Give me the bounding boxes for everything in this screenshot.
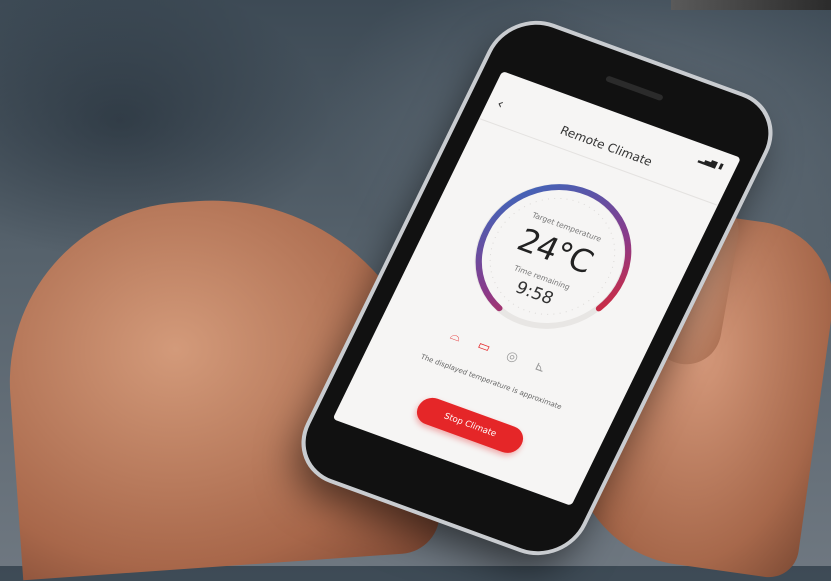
rear-defrost-icon[interactable]: ▭ [473,337,496,356]
battery-icon: ▮ [717,161,726,171]
temperature-dial[interactable]: Target temperature 24°C Time remaining 9… [435,150,670,362]
status-bar: ▂▄▆ ▮ [697,154,725,171]
signal-icon: ▂▄▆ [697,154,719,169]
seat-heat-icon[interactable]: ⊾ [529,358,552,377]
front-defrost-icon[interactable]: ⌓ [444,327,467,346]
background-object [671,0,831,10]
steering-wheel-heat-icon[interactable]: ◎ [501,347,524,366]
phone-speaker [604,75,664,102]
stop-climate-button[interactable]: Stop Climate [412,393,528,457]
